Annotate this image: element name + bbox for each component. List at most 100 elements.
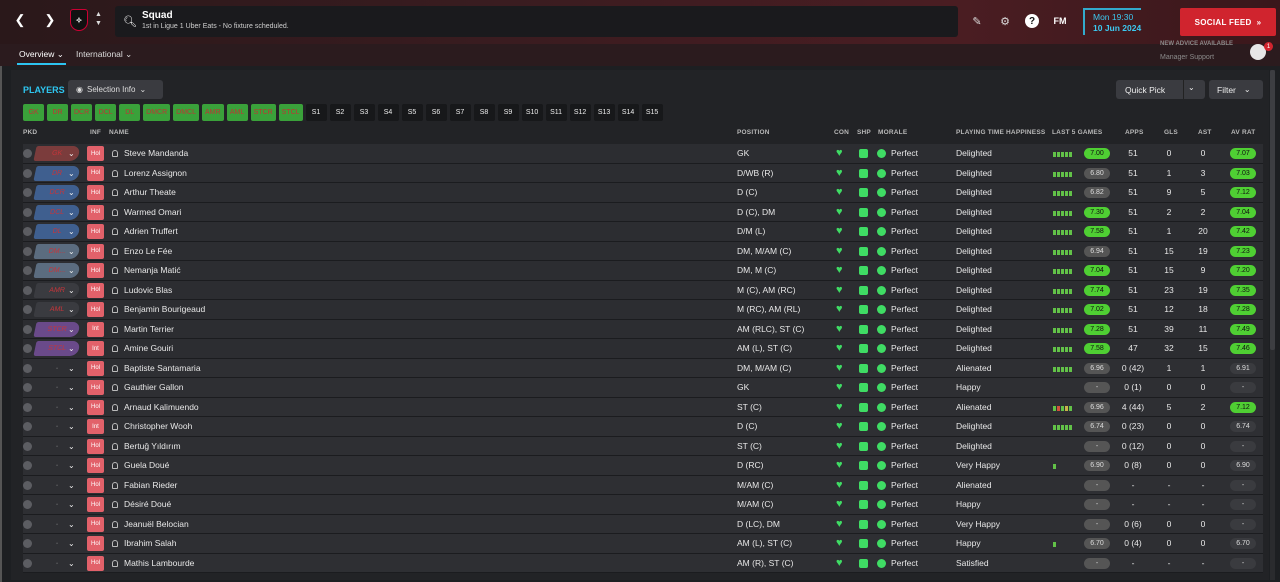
chevron-down-icon[interactable]: ⌄: [68, 281, 75, 300]
table-row[interactable]: DCL ⌄ Hol Warmed Omari D (C), DM ♥ Perfect Deli…: [23, 202, 1263, 222]
selection-info-button[interactable]: ◉ Selection Info ⌄: [68, 80, 163, 99]
player-name[interactable]: Adrien Truffert: [124, 222, 178, 241]
player-name[interactable]: Bertuğ Yıldırım: [124, 437, 181, 456]
status-badge[interactable]: Hol: [87, 263, 104, 278]
status-badge[interactable]: Hol: [87, 458, 104, 473]
status-badge[interactable]: Int: [87, 321, 104, 337]
player-name[interactable]: Enzo Le Fée: [124, 242, 172, 261]
chevron-down-icon[interactable]: ⌄: [68, 359, 75, 378]
pkd-toggle[interactable]: [23, 324, 32, 334]
status-badge[interactable]: Hol: [87, 380, 104, 395]
pkd-toggle[interactable]: [23, 422, 32, 431]
table-row[interactable]: - ⌄ Hol Jeanuël Belocian D (LC), DM ♥ Perfect V…: [23, 514, 1263, 534]
player-name[interactable]: Benjamin Bourigeaud: [124, 300, 205, 319]
pkd-toggle[interactable]: [23, 402, 32, 412]
fm-logo[interactable]: FM: [1051, 12, 1069, 30]
chevron-down-icon[interactable]: ⌄: [68, 456, 75, 475]
date-display[interactable]: Mon 19:30 10 Jun 2024: [1083, 8, 1142, 35]
chevron-down-icon[interactable]: ⌄: [68, 203, 75, 222]
pkd-toggle[interactable]: [23, 363, 32, 373]
status-badge[interactable]: Hol: [87, 555, 104, 571]
sub-chip[interactable]: S7: [449, 104, 471, 121]
position-chip[interactable]: STCR: [250, 104, 276, 121]
status-badge[interactable]: Hol: [87, 536, 104, 551]
status-badge[interactable]: Hol: [87, 185, 104, 200]
table-row[interactable]: DCR ⌄ Hol Arthur Theate D (C) ♥ Perfect Delight…: [23, 183, 1263, 203]
player-name[interactable]: Arnaud Kalimuendo: [124, 398, 199, 417]
help-icon[interactable]: ?: [1025, 14, 1039, 28]
sub-chip[interactable]: S1: [305, 104, 327, 121]
col-ast[interactable]: AST: [1198, 129, 1212, 136]
position-chip[interactable]: STCL: [278, 104, 303, 121]
col-pkd[interactable]: PKD: [23, 129, 37, 136]
chevron-down-icon[interactable]: ⌄: [68, 144, 75, 163]
player-name[interactable]: Steve Mandanda: [124, 144, 188, 163]
club-crest-icon[interactable]: ✧: [70, 9, 88, 31]
pkd-toggle[interactable]: [23, 266, 32, 275]
player-name[interactable]: Gauthier Gallon: [124, 378, 184, 397]
table-row[interactable]: - ⌄ Hol Désiré Doué M/AM (C) ♥ Perfect Happy - - -…: [23, 495, 1263, 515]
pkd-toggle[interactable]: [23, 149, 32, 158]
scrollbar-thumb[interactable]: [1270, 70, 1275, 350]
tactics-icon[interactable]: ⚙: [996, 12, 1014, 30]
status-badge[interactable]: Hol: [87, 165, 104, 181]
table-row[interactable]: - ⌄ Hol Mathis Lambourde AM (R), ST (C) ♥ Perf…: [23, 553, 1263, 573]
sub-chip[interactable]: S2: [329, 104, 351, 121]
position-chip[interactable]: DR: [47, 104, 68, 121]
pkd-toggle[interactable]: [23, 500, 32, 509]
breadcrumb[interactable]: 🔍︎ Squad 1st in Ligue 1 Uber Eats - No f…: [115, 6, 958, 37]
pkd-toggle[interactable]: [23, 461, 32, 470]
sub-chip[interactable]: S4: [377, 104, 399, 121]
pkd-toggle[interactable]: [23, 539, 32, 548]
table-row[interactable]: GK ⌄ Hol Steve Mandanda GK ♥ Perfect Delighted 7…: [23, 144, 1263, 164]
club-switch-chevrons-icon[interactable]: ▲ ▼: [95, 10, 102, 28]
chevron-down-icon[interactable]: ⌄: [68, 495, 75, 514]
sub-chip[interactable]: S10: [521, 104, 543, 121]
table-row[interactable]: STCL ⌄ Int Amine Gouiri AM (L), ST (C) ♥ Perfe…: [23, 339, 1263, 359]
chevron-down-icon[interactable]: ⌄: [68, 183, 75, 202]
pencil-icon[interactable]: ✎: [968, 12, 986, 30]
chevron-down-icon[interactable]: ⌄: [68, 476, 75, 495]
chevron-down-icon[interactable]: ⌄: [68, 534, 75, 553]
status-badge[interactable]: Int: [87, 341, 104, 356]
tab-international[interactable]: International ⌄: [76, 47, 132, 65]
table-row[interactable]: - ⌄ Hol Arnaud Kalimuendo ST (C) ♥ Perfect Alie…: [23, 397, 1263, 417]
col-playing-time-happiness[interactable]: PLAYING TIME HAPPINESS: [956, 129, 1045, 136]
player-name[interactable]: Guela Doué: [124, 456, 169, 475]
table-row[interactable]: - ⌄ Hol Guela Doué D (RC) ♥ Perfect Very Happy 6…: [23, 456, 1263, 476]
col-inf[interactable]: INF: [90, 129, 101, 136]
sub-chip[interactable]: S8: [473, 104, 495, 121]
status-badge[interactable]: Hol: [87, 282, 104, 298]
sub-chip[interactable]: S9: [497, 104, 519, 121]
tab-overview[interactable]: Overview ⌄: [17, 47, 66, 65]
pkd-toggle[interactable]: [23, 480, 32, 490]
chevron-down-icon[interactable]: ⌄: [68, 242, 75, 261]
chevron-down-icon[interactable]: ⌄: [68, 398, 75, 417]
pkd-toggle[interactable]: [23, 305, 32, 314]
position-chip[interactable]: GK: [23, 104, 44, 121]
position-chip[interactable]: DL: [119, 104, 141, 121]
back-arrow-icon[interactable]: ❮: [10, 10, 30, 30]
status-badge[interactable]: Hol: [87, 360, 104, 376]
col-av-rat[interactable]: AV RAT: [1231, 129, 1255, 136]
table-row[interactable]: DM... ⌄ Hol Nemanja Matić DM, M (C) ♥ Perfect D…: [23, 261, 1263, 281]
player-name[interactable]: Warmed Omari: [124, 203, 181, 222]
position-chip[interactable]: DCR: [71, 104, 93, 121]
social-feed-button[interactable]: SOCIAL FEED »: [1180, 8, 1276, 36]
player-name[interactable]: Ibrahim Salah: [124, 534, 176, 553]
chevron-down-icon[interactable]: ⌄: [68, 261, 75, 280]
status-badge[interactable]: Hol: [87, 146, 104, 161]
col-position[interactable]: POSITION: [737, 129, 770, 136]
pkd-toggle[interactable]: [23, 383, 32, 392]
col-morale[interactable]: MORALE: [878, 129, 907, 136]
forward-arrow-icon[interactable]: ❯: [40, 10, 60, 30]
pkd-toggle[interactable]: [23, 168, 32, 178]
status-badge[interactable]: Hol: [87, 516, 104, 532]
pkd-toggle[interactable]: [23, 188, 32, 197]
status-badge[interactable]: Hol: [87, 243, 104, 259]
col-gls[interactable]: GLS: [1164, 129, 1178, 136]
manager-support-label[interactable]: Manager Support: [1160, 54, 1214, 61]
player-name[interactable]: Arthur Theate: [124, 183, 176, 202]
table-row[interactable]: STCR ⌄ Int Martin Terrier AM (RLC), ST (C) ♥ P…: [23, 319, 1263, 339]
status-badge[interactable]: Hol: [87, 477, 104, 493]
